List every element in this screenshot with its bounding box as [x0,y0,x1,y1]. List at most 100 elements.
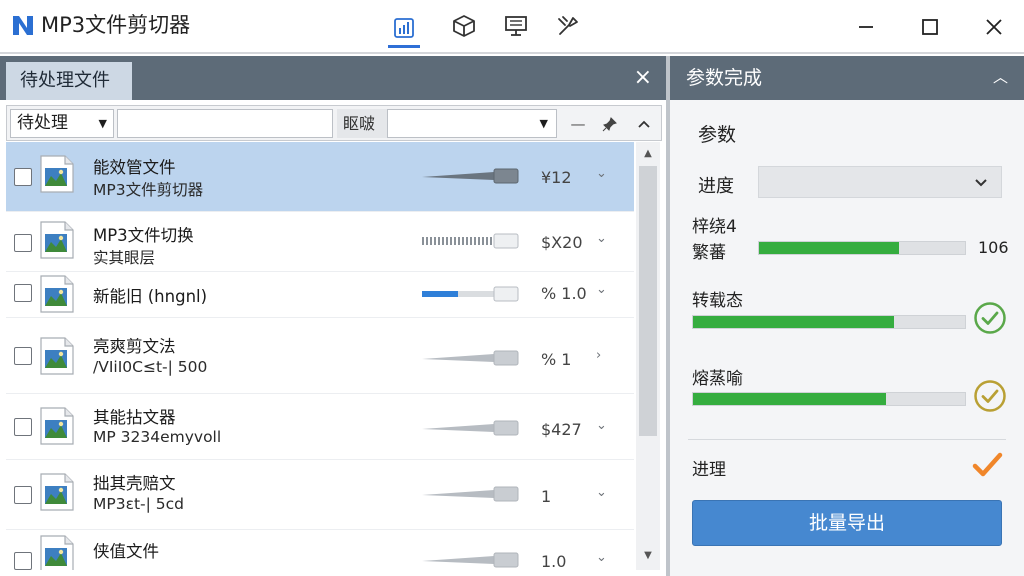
metric3-bar [692,392,966,406]
row-checkbox[interactable] [14,168,32,186]
cube-icon[interactable] [448,10,480,42]
close-panel-button[interactable]: × [634,66,652,90]
sort-select[interactable]: ▼ [387,109,557,138]
batch-export-button[interactable]: 批量导出 [692,500,1002,546]
file-subtitle: MP3文件剪切器 [93,181,204,199]
row-value: 1.0 [541,552,567,570]
file-row[interactable]: 亮爽剪文法/VIiI0C≤t-| 500 % 1 › [6,318,634,394]
tab-pending-files[interactable]: 待处理文件 [6,62,132,100]
metric1-percent: 106 [978,238,1009,257]
sort-label: 眍啵 [337,109,387,138]
row-value: ¥12 [541,168,572,187]
file-name: 其能拈文器 [93,408,176,427]
scrollbar-thumb[interactable] [639,166,657,436]
image-file-icon [39,534,75,570]
image-file-icon [39,406,75,446]
image-file-icon [39,336,75,376]
row-checkbox[interactable] [14,486,32,504]
row-checkbox[interactable] [14,552,32,570]
file-row[interactable]: 侠值文件 1.0 ⌄ [6,530,634,570]
file-name: 亮爽剪文法 [93,337,176,356]
scroll-up-button[interactable] [629,109,659,138]
metric3-bar-fill [693,393,887,405]
metric2-bar-fill [693,316,895,328]
chart-icon[interactable] [388,10,420,48]
row-slider[interactable] [420,284,520,304]
chevron-down-icon[interactable]: ⌄ [596,231,607,246]
row-value: 1 [541,487,552,506]
metric2-bar [692,315,966,329]
row-checkbox[interactable] [14,234,32,252]
monitor-icon[interactable] [500,10,532,42]
row-slider[interactable] [420,166,520,186]
file-name: 能效管文件 [93,158,176,177]
scroll-down-arrow-icon[interactable]: ▼ [636,546,660,566]
file-row[interactable]: 能效管文件 MP3文件剪切器 ¥12 ⌄ [6,142,634,212]
metric1-bar [758,241,966,255]
section-title: 参数 [698,124,737,146]
row-value: $X20 [541,233,583,252]
check-circle-icon [974,302,1006,334]
metric1-label-a: 梓绕4 [692,217,737,237]
metric1-label-b: 繁蕃 [692,243,726,263]
row-value: % 1 [541,350,572,369]
row-slider[interactable] [420,484,520,504]
chevron-down-icon: ▼ [539,117,548,130]
title-bar: MP3文件剪切器 [0,0,1024,54]
chevron-down-icon[interactable]: ⌄ [596,485,607,500]
app-title: MP3文件剪切器 [41,13,191,37]
progress-label: 进度 [698,176,734,197]
row-slider[interactable] [420,550,520,570]
collapse-up-button[interactable]: ︿ [993,66,1008,87]
row-value: $427 [541,420,582,439]
metric1-bar-fill [759,242,900,254]
row-slider[interactable] [420,348,520,368]
file-name: 侠值文件 [93,542,159,561]
right-panel-title: 参数完成 [686,67,763,89]
row-slider[interactable] [420,231,520,251]
separator [688,439,1006,440]
row-slider[interactable] [420,418,520,438]
chevron-right-icon[interactable]: › [596,348,601,363]
chevron-down-icon[interactable]: ⌄ [596,418,607,433]
minimize-button[interactable] [851,12,881,42]
tools-icon[interactable] [552,10,584,42]
scroll-up-arrow-icon[interactable]: ▲ [636,144,660,164]
image-file-icon [39,154,75,194]
close-window-button[interactable] [979,12,1009,42]
chevron-down-icon[interactable]: ⌄ [596,282,607,297]
chevron-down-icon[interactable]: ⌄ [596,166,607,181]
image-file-icon [39,472,75,512]
chevron-down-icon [975,179,987,187]
file-row[interactable]: 新能旧 (hngnl) % 1.0 ⌄ [6,272,634,318]
row-checkbox[interactable] [14,284,32,302]
pin-icon[interactable] [595,109,625,138]
status-filter-value: 待处理 [17,113,68,133]
file-row[interactable]: MP3文件切换 实其眼层 $X20 ⌄ [6,212,634,272]
file-row[interactable]: 拙其壳赔文 MP3εt-| 5cd 1 ⌄ [6,460,634,530]
row-checkbox[interactable] [14,418,32,436]
filter-bar: 待处理 ▼ 眍啵 ▼ — [6,105,662,141]
chevron-down-icon: ▼ [98,117,107,130]
image-file-icon [39,220,75,260]
row-value: % 1.0 [541,284,587,303]
progress-select[interactable] [758,166,1002,198]
file-list: 能效管文件 MP3文件剪切器 ¥12 ⌄ MP3文件切换 实其眼层 $X20 ⌄ 新能旧 (hn… [6,142,634,570]
search-input[interactable] [117,109,333,138]
file-subtitle: MP 3234emyvoll [93,428,222,446]
checkmark-icon [972,452,1003,477]
file-subtitle: /VIiI0C≤t-| 500 [93,358,208,376]
row-checkbox[interactable] [14,347,32,365]
status-filter-select[interactable]: 待处理 ▼ [10,109,114,138]
vertical-scrollbar[interactable]: ▲ ▼ [636,142,660,570]
file-row[interactable]: 其能拈文器 MP 3234emyvoll $427 ⌄ [6,394,634,460]
check-circle-warning-icon [974,380,1006,412]
collapse-minus-button[interactable]: — [563,109,593,138]
chevron-down-icon[interactable]: ⌄ [596,550,607,565]
file-name: 拙其壳赔文 [93,474,176,493]
app-logo-icon [13,16,33,35]
maximize-button[interactable] [915,12,945,42]
file-subtitle: 实其眼层 [93,249,156,267]
process-label: 进理 [692,460,726,480]
metric3-label: 熔蒸喻 [692,369,743,389]
